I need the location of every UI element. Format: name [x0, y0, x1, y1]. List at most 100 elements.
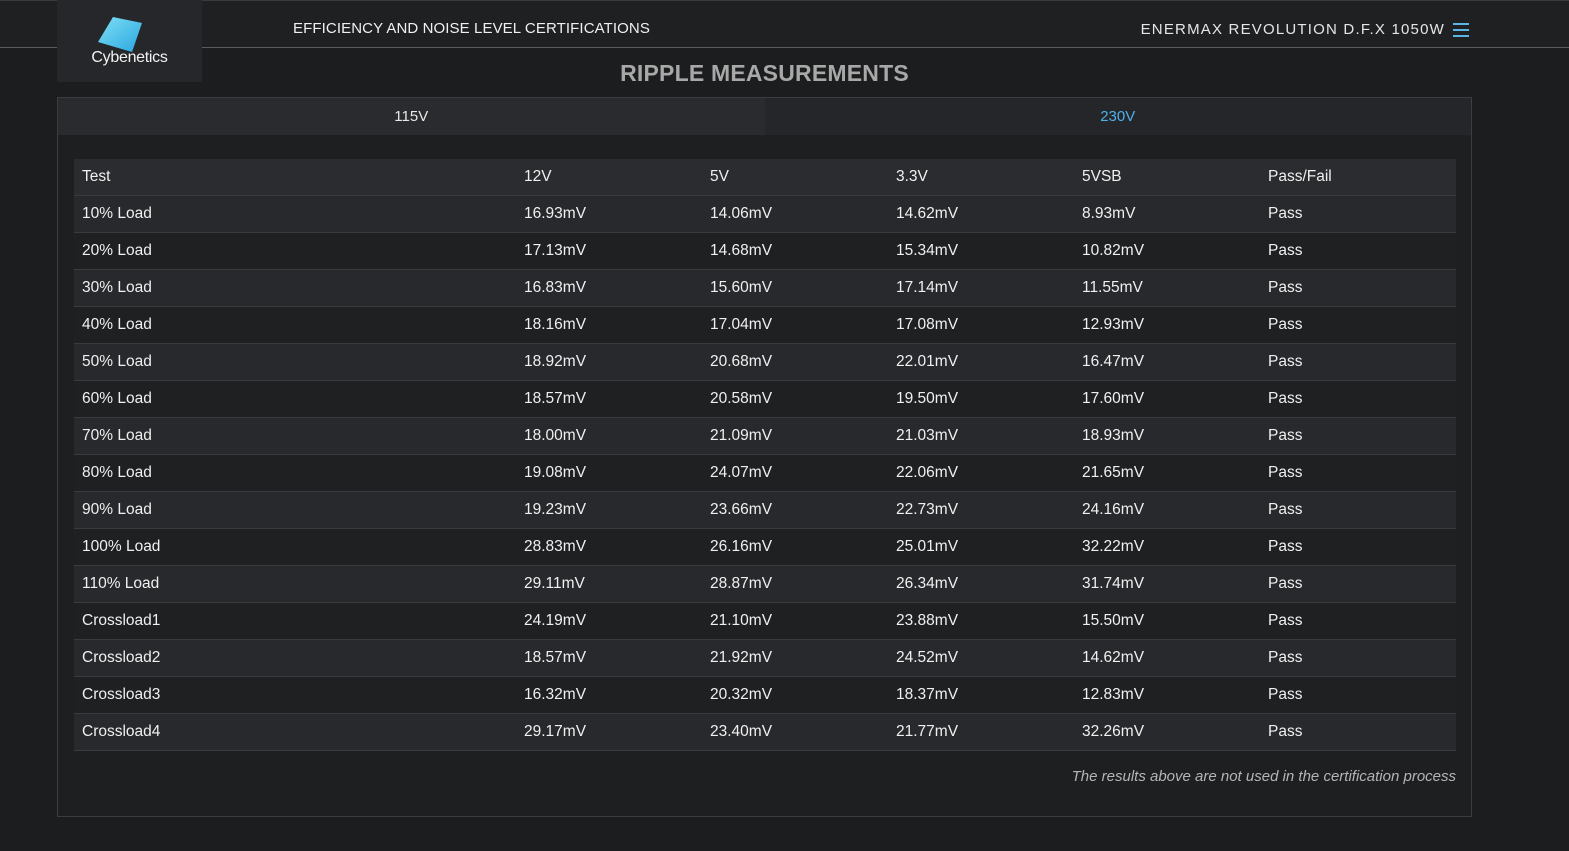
cell-test: 50% Load	[74, 343, 516, 381]
cell-3-3v: 22.01mV	[888, 343, 1074, 381]
cell-test: 40% Load	[74, 306, 516, 344]
page-title: RIPPLE MEASUREMENTS	[620, 60, 909, 86]
table-row: 90% Load 19.23mV 23.66mV 22.73mV 24.16mV Pass	[74, 491, 1456, 529]
cell-5vsb: 32.26mV	[1074, 713, 1260, 751]
cell-test: 100% Load	[74, 528, 516, 566]
product-name: ENERMAX REVOLUTION D.F.X 1050W	[1140, 21, 1445, 38]
cell-5v: 20.68mV	[702, 343, 888, 381]
cell-5v: 14.68mV	[702, 232, 888, 270]
cell-5vsb: 14.62mV	[1074, 639, 1260, 677]
cell-3-3v: 26.34mV	[888, 565, 1074, 603]
cell-3-3v: 15.34mV	[888, 232, 1074, 270]
cell-5v: 23.66mV	[702, 491, 888, 529]
cell-5v: 20.32mV	[702, 676, 888, 714]
cell-5v: 21.09mV	[702, 417, 888, 455]
cell-5vsb: 8.93mV	[1074, 195, 1260, 233]
logo-text: Cybenetics	[91, 49, 168, 66]
cell-pass-fail: Pass	[1260, 713, 1456, 751]
ripple-panel: 115V 230V Test 12V 5V 3.3V 5VSB Pass/Fail 10%…	[57, 97, 1472, 817]
table-header-row: Test 12V 5V 3.3V 5VSB Pass/Fail	[74, 159, 1456, 196]
cell-3-3v: 25.01mV	[888, 528, 1074, 566]
cell-pass-fail: Pass	[1260, 602, 1456, 640]
cell-pass-fail: Pass	[1260, 676, 1456, 714]
cell-5v: 23.40mV	[702, 713, 888, 751]
cell-test: 10% Load	[74, 195, 516, 233]
tab-230v[interactable]: 230V	[764, 98, 1471, 135]
table-row: 50% Load 18.92mV 20.68mV 22.01mV 16.47mV Pass	[74, 343, 1456, 381]
cell-12v: 24.19mV	[516, 602, 702, 640]
table-row: 100% Load 28.83mV 26.16mV 25.01mV 32.22mV Pas…	[74, 528, 1456, 566]
cell-test: Crossload1	[74, 602, 516, 640]
cell-test: 90% Load	[74, 491, 516, 529]
cell-12v: 16.83mV	[516, 269, 702, 307]
cell-pass-fail: Pass	[1260, 195, 1456, 233]
cell-test: Crossload2	[74, 639, 516, 677]
column-header-5v: 5V	[702, 159, 888, 196]
table-row: Crossload2 18.57mV 21.92mV 24.52mV 14.62mV Pa…	[74, 639, 1456, 677]
cell-12v: 18.00mV	[516, 417, 702, 455]
table-row: 60% Load 18.57mV 20.58mV 19.50mV 17.60mV Pass	[74, 380, 1456, 418]
cell-3-3v: 21.77mV	[888, 713, 1074, 751]
cell-5vsb: 16.47mV	[1074, 343, 1260, 381]
column-header-3-3v: 3.3V	[888, 159, 1074, 196]
cell-pass-fail: Pass	[1260, 343, 1456, 381]
cell-test: 20% Load	[74, 232, 516, 270]
cell-12v: 18.57mV	[516, 639, 702, 677]
cell-5vsb: 15.50mV	[1074, 602, 1260, 640]
cell-5v: 21.92mV	[702, 639, 888, 677]
cell-5vsb: 32.22mV	[1074, 528, 1260, 566]
cell-3-3v: 22.73mV	[888, 491, 1074, 529]
cell-test: 80% Load	[74, 454, 516, 492]
cell-3-3v: 17.14mV	[888, 269, 1074, 307]
column-header-pass-fail: Pass/Fail	[1260, 159, 1456, 196]
table-row: Crossload3 16.32mV 20.32mV 18.37mV 12.83mV Pa…	[74, 676, 1456, 714]
cell-3-3v: 24.52mV	[888, 639, 1074, 677]
table-row: 80% Load 19.08mV 24.07mV 22.06mV 21.65mV Pass	[74, 454, 1456, 492]
table-row: 10% Load 16.93mV 14.06mV 14.62mV 8.93mV Pass	[74, 195, 1456, 233]
column-header-5vsb: 5VSB	[1074, 159, 1260, 196]
cell-3-3v: 21.03mV	[888, 417, 1074, 455]
cell-5vsb: 18.93mV	[1074, 417, 1260, 455]
nav-title-link[interactable]: EFFICIENCY AND NOISE LEVEL CERTIFICATION…	[293, 20, 650, 37]
cell-pass-fail: Pass	[1260, 232, 1456, 270]
cell-12v: 18.92mV	[516, 343, 702, 381]
logo[interactable]: Cybenetics	[57, 0, 202, 82]
cell-3-3v: 22.06mV	[888, 454, 1074, 492]
cell-5v: 15.60mV	[702, 269, 888, 307]
cell-12v: 19.08mV	[516, 454, 702, 492]
cell-5vsb: 10.82mV	[1074, 232, 1260, 270]
cell-5v: 21.10mV	[702, 602, 888, 640]
cell-5v: 14.06mV	[702, 195, 888, 233]
cell-pass-fail: Pass	[1260, 417, 1456, 455]
cell-5v: 17.04mV	[702, 306, 888, 344]
cell-12v: 28.83mV	[516, 528, 702, 566]
cell-5v: 24.07mV	[702, 454, 888, 492]
cell-pass-fail: Pass	[1260, 306, 1456, 344]
cell-5vsb: 24.16mV	[1074, 491, 1260, 529]
cell-12v: 29.17mV	[516, 713, 702, 751]
cell-pass-fail: Pass	[1260, 639, 1456, 677]
cell-5vsb: 21.65mV	[1074, 454, 1260, 492]
table-row: Crossload1 24.19mV 21.10mV 23.88mV 15.50mV Pa…	[74, 602, 1456, 640]
top-navigation-bar: EFFICIENCY AND NOISE LEVEL CERTIFICATION…	[0, 0, 1569, 48]
cell-3-3v: 19.50mV	[888, 380, 1074, 418]
cell-12v: 19.23mV	[516, 491, 702, 529]
cell-5vsb: 12.83mV	[1074, 676, 1260, 714]
table-row: 30% Load 16.83mV 15.60mV 17.14mV 11.55mV Pass	[74, 269, 1456, 307]
cell-test: 60% Load	[74, 380, 516, 418]
cell-pass-fail: Pass	[1260, 491, 1456, 529]
cell-5v: 28.87mV	[702, 565, 888, 603]
voltage-tabs: 115V 230V	[58, 98, 1471, 135]
column-header-12v: 12V	[516, 159, 702, 196]
cell-pass-fail: Pass	[1260, 528, 1456, 566]
cell-12v: 16.93mV	[516, 195, 702, 233]
table-row: 40% Load 18.16mV 17.04mV 17.08mV 12.93mV Pass	[74, 306, 1456, 344]
column-header-test: Test	[74, 159, 516, 196]
cell-12v: 18.16mV	[516, 306, 702, 344]
cell-3-3v: 18.37mV	[888, 676, 1074, 714]
cybenetics-logo-icon	[98, 17, 142, 52]
ripple-table: Test 12V 5V 3.3V 5VSB Pass/Fail 10% Load 16.93…	[74, 159, 1456, 751]
tab-115v[interactable]: 115V	[58, 98, 765, 135]
hamburger-menu-icon[interactable]	[1453, 23, 1469, 37]
cell-3-3v: 23.88mV	[888, 602, 1074, 640]
